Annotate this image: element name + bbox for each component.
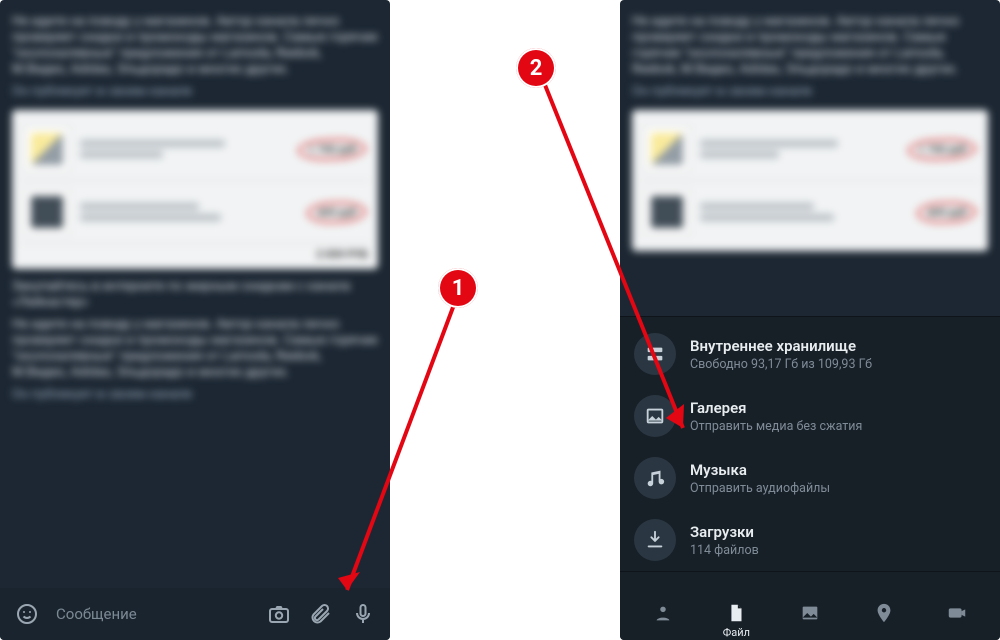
tab-camera[interactable] [929,602,985,638]
tab-location[interactable] [856,602,912,638]
sheet-item-sub: Отправить аудиофайлы [690,481,830,496]
chat-text: Он публикует в своем канале [12,84,378,100]
sheet-item-title: Загрузки [690,523,759,541]
card-total: 2 059 РУБ [20,244,370,261]
annotation-marker-2: 2 [516,48,556,88]
music-icon [634,457,676,499]
price-circled: 1 790 руб [297,137,366,160]
sheet-item-music[interactable]: Музыка Отправить аудиофайлы [620,447,1000,509]
sheet-item-sub: 114 файлов [690,543,759,558]
product-card: 1 790 руб 499 руб 2 059 РУБ [12,110,378,269]
download-icon [634,519,676,561]
tutorial-composite: Не идите на поводу у магазинов. Автор ка… [0,0,1000,640]
tab-file[interactable]: Файл [708,602,764,638]
annotation-arrow-2 [540,80,740,440]
chat-text: Он публикует в своем канале [12,387,378,403]
product-thumb [24,126,70,172]
sheet-item-downloads[interactable]: Загрузки 114 файлов [620,509,1000,571]
annotation-arrow-1 [330,290,480,610]
camera-icon[interactable] [266,601,292,627]
tab-gallery[interactable] [782,602,838,638]
price-circled: 499 руб [306,200,366,223]
price-circled: 499 руб [916,200,976,223]
annotation-marker-1: 1 [438,268,478,308]
emoji-icon[interactable] [14,601,40,627]
chat-text: Не идите на поводу у магазинов. Автор ка… [12,317,378,381]
attachment-tabs: Файл [620,571,1000,640]
tab-contact[interactable] [635,602,691,638]
price-circled: 1 790 руб [907,137,976,160]
message-input[interactable]: Сообщение [56,605,250,623]
chat-text: Не идите на поводу у магазинов. Автор ка… [12,14,378,78]
sheet-item-title: Музыка [690,461,830,479]
tab-label: Файл [723,626,750,638]
chat-text: Не идите на поводу у магазинов. Автор ка… [632,14,988,78]
chat-text: Закупайтесь в интернете по жирным скидка… [12,279,378,311]
product-thumb [24,189,70,235]
